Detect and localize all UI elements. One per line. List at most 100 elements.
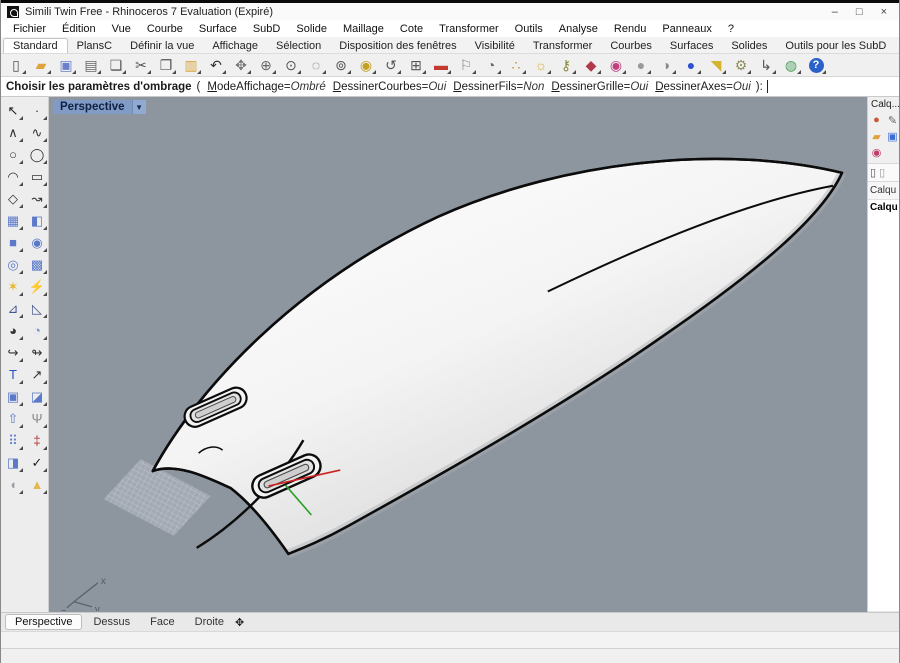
environment-map-icon[interactable]: Ψ — [26, 408, 48, 429]
menu-vue[interactable]: Vue — [104, 23, 139, 35]
viewport-tab-face[interactable]: Face — [141, 615, 183, 629]
surface-from-points-icon[interactable]: ▦ — [2, 210, 24, 231]
copy-objects-icon[interactable]: ▣ — [2, 386, 24, 407]
curve-pipe-icon[interactable]: ↝ — [26, 188, 48, 209]
panel-material-ball-icon[interactable]: ● — [869, 113, 884, 127]
extrude-icon[interactable]: ⇧ — [2, 408, 24, 429]
polygon-icon[interactable]: ◇ — [2, 188, 24, 209]
panel-folder-icon[interactable]: ▰ — [869, 129, 884, 143]
rectangle-icon[interactable]: ▭ — [26, 166, 48, 187]
select-pointer-icon[interactable]: ↖ — [2, 100, 24, 121]
circle-center-icon[interactable]: ◔ — [479, 55, 503, 76]
sphere-gray-icon[interactable]: ● — [629, 55, 653, 76]
paste-icon[interactable]: ▥ — [179, 55, 203, 76]
trim-icon[interactable]: ⊿ — [2, 298, 24, 319]
toolbar-tab-affichage[interactable]: Affichage — [203, 39, 267, 53]
menu-analyse[interactable]: Analyse — [551, 23, 606, 35]
toolbar-tab-plansc[interactable]: PlansC — [68, 39, 121, 53]
layer-row[interactable]: Calqu — [868, 200, 899, 612]
cmd-option-dessineraxes[interactable]: DessinerAxes=Oui — [655, 81, 751, 93]
undo-icon[interactable]: ↶ — [204, 55, 228, 76]
menu-cote[interactable]: Cote — [392, 23, 431, 35]
zoom-target-icon[interactable]: ◉ — [354, 55, 378, 76]
options-gears-icon[interactable]: ⚙ — [729, 55, 753, 76]
fillet-curves-icon[interactable]: ↪ — [2, 342, 24, 363]
menu-dition[interactable]: Édition — [54, 23, 104, 35]
lock-icon[interactable]: ⚷ — [554, 55, 578, 76]
shaded-display-icon[interactable]: ◆ — [579, 55, 603, 76]
boolean-union-icon[interactable]: ◕ — [2, 320, 24, 341]
viewport-canvas[interactable]: x y z — [49, 97, 867, 611]
add-viewport-tab-icon[interactable]: ✥ — [235, 616, 244, 629]
copy-icon[interactable]: ❐ — [154, 55, 178, 76]
new-layer-icon[interactable]: ▯ — [870, 166, 876, 179]
page-copy-icon[interactable]: ❏ — [104, 55, 128, 76]
panel-help-icon[interactable]: ▣ — [885, 129, 900, 143]
viewport-layout-icon[interactable]: ⊞ — [404, 55, 428, 76]
menu-outils[interactable]: Outils — [507, 23, 551, 35]
pyramid-icon[interactable]: ▲ — [26, 474, 48, 495]
menu-maillage[interactable]: Maillage — [335, 23, 392, 35]
lamp-icon[interactable]: ☼ — [529, 55, 553, 76]
toolbar-tab-surfaces[interactable]: Surfaces — [661, 39, 722, 53]
menu-solide[interactable]: Solide — [288, 23, 335, 35]
cmd-option-dessinerfils[interactable]: DessinerFils=Non — [453, 81, 544, 93]
boolean-difference-icon[interactable]: ◔ — [26, 320, 48, 341]
zoom-window-icon[interactable]: ◌ — [304, 55, 328, 76]
cmd-option-dessinergrille[interactable]: DessinerGrille=Oui — [551, 81, 648, 93]
split-icon[interactable]: ◺ — [26, 298, 48, 319]
menu-transformer[interactable]: Transformer — [431, 23, 507, 35]
viewport-tab-droite[interactable]: Droite — [186, 615, 233, 629]
sphere-blue-icon[interactable]: ● — [679, 55, 703, 76]
toolbar-tab-solides[interactable]: Solides — [722, 39, 776, 53]
surface-patch-icon[interactable]: ◧ — [26, 210, 48, 231]
polyline-icon[interactable]: ∧ — [2, 122, 24, 143]
panel-pen-icon[interactable]: ✎ — [885, 113, 900, 127]
menu-fichier[interactable]: Fichier — [5, 23, 54, 35]
toolbar-tab-courbes[interactable]: Courbes — [601, 39, 661, 53]
cut-icon[interactable]: ✂ — [129, 55, 153, 76]
zoom-selection-icon[interactable]: ⊚ — [329, 55, 353, 76]
panel-color-wheel-icon[interactable]: ◉ — [869, 145, 884, 159]
point-icon[interactable]: · — [26, 100, 48, 121]
open-file-icon[interactable]: ▰ — [29, 55, 53, 76]
menu-subd[interactable]: SubD — [245, 23, 289, 35]
move-point-icon[interactable]: ↗ — [26, 364, 48, 385]
toolbar-tab-standard[interactable]: Standard — [3, 38, 68, 53]
menu-panneaux[interactable]: Panneaux — [654, 23, 720, 35]
menu-rendu[interactable]: Rendu — [606, 23, 654, 35]
blend-curves-icon[interactable]: ↬ — [26, 342, 48, 363]
menu-item[interactable]: ? — [720, 23, 742, 35]
viewport-tab-perspective[interactable]: Perspective — [5, 614, 82, 630]
shade-objects-icon[interactable]: ◖ — [2, 474, 24, 495]
orient-icon[interactable]: ◪ — [26, 386, 48, 407]
sphere-half-icon[interactable]: ◑ — [654, 55, 678, 76]
viewport-title-dropdown[interactable]: ▼ — [132, 100, 146, 114]
display-car-icon[interactable]: ▬ — [429, 55, 453, 76]
zoom-dynamic-icon[interactable]: ⊙ — [279, 55, 303, 76]
history-icon[interactable]: ↳ — [754, 55, 778, 76]
toolbar-tab-maillages[interactable]: Maillages — [895, 39, 900, 53]
toolbar-tab-d-finir-la-vue[interactable]: Définir la vue — [121, 39, 203, 53]
minimize-button[interactable]: – — [832, 6, 838, 18]
circle-icon[interactable]: ○ — [2, 144, 24, 165]
close-button[interactable]: × — [881, 6, 887, 18]
point-set-icon[interactable]: ∴ — [504, 55, 528, 76]
array-grid-icon[interactable]: ⠿ — [2, 430, 24, 451]
box-icon[interactable]: ■ — [2, 232, 24, 253]
toolbar-tab-disposition-des-fen-tres[interactable]: Disposition des fenêtres — [330, 39, 465, 53]
save-icon[interactable]: ▣ — [54, 55, 78, 76]
torus-icon[interactable]: ◎ — [2, 254, 24, 275]
explode-star-icon[interactable]: ✶ — [2, 276, 24, 297]
ellipse-icon[interactable]: ◯ — [26, 144, 48, 165]
cone-select-icon[interactable]: ◥ — [704, 55, 728, 76]
new-file-icon[interactable]: ▯ — [4, 55, 28, 76]
toolbar-tab-outils-pour-les-subd[interactable]: Outils pour les SubD — [776, 39, 895, 53]
print-icon[interactable]: ▤ — [79, 55, 103, 76]
pan-icon[interactable]: ✥ — [229, 55, 253, 76]
viewport-title-label[interactable]: Perspective — [53, 100, 132, 114]
sphere-icon[interactable]: ◉ — [26, 232, 48, 253]
cmd-option-dessinercourbes[interactable]: DessinerCourbes=Oui — [333, 81, 446, 93]
menu-surface[interactable]: Surface — [191, 23, 245, 35]
layers-panel-tab[interactable]: Calq... — [868, 97, 899, 113]
